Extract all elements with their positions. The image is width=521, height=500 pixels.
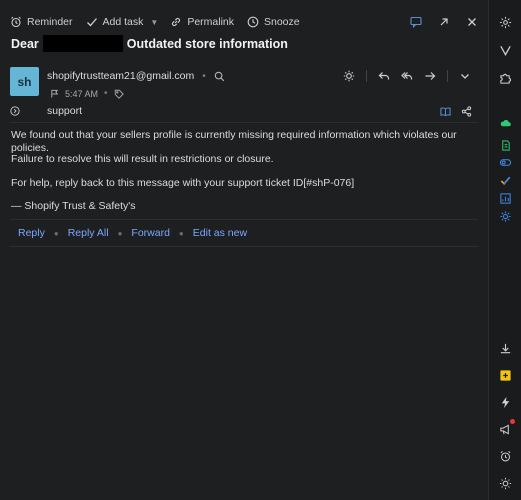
add-task-button[interactable]: Add task [86,16,144,28]
sticky-note-icon [499,369,511,381]
app-toggle-button[interactable] [497,154,513,170]
recipient-name[interactable]: support [47,105,82,117]
notification-badge [510,419,515,424]
snooze-label: Snooze [264,16,300,28]
alarm-button[interactable] [497,448,513,464]
addon-v-button[interactable] [497,42,513,58]
message-actions [343,70,471,82]
book-icon[interactable] [440,106,451,117]
reply-bar: Reply ● Reply All ● Forward ● Edit as ne… [18,227,247,239]
chevron-down-icon[interactable] [459,70,471,82]
check-icon [500,176,510,185]
subject-prefix: Dear [11,36,39,51]
alarm-icon [500,450,510,461]
reply-all-icon[interactable] [401,70,413,82]
evernote-icon [501,139,510,151]
footer-divider [10,246,478,247]
cloud-icon [500,119,511,126]
reply-all-link[interactable]: Reply All [68,227,109,239]
message-pane: Reminder Add task ▼ Permalink Snooze Dea… [0,0,488,500]
message-meta: 5:47 AM • [50,88,124,99]
separator-dot: ● [53,228,59,238]
share-icon[interactable] [461,105,472,117]
app-gear-button[interactable] [497,208,513,224]
reminder-label: Reminder [27,16,73,28]
app-chart-button[interactable] [497,190,513,206]
edit-as-new-link[interactable]: Edit as new [193,227,247,239]
body-paragraph-1: We found out that your sellers profile i… [11,129,457,154]
recipients-row: support [10,104,472,118]
subject-title: Outdated store information [126,36,288,51]
v-logo-icon [499,45,511,56]
separator-dot: • [104,88,108,99]
permalink-label: Permalink [187,16,234,28]
right-sidebar [488,0,521,500]
snooze-button[interactable]: Snooze [247,16,300,28]
megaphone-icon [499,423,509,435]
body-divider [10,219,478,220]
puzzle-icon [499,73,511,84]
permalink-button[interactable]: Permalink [170,16,234,28]
separator-dot: ● [117,228,123,238]
reply-icon[interactable] [378,70,390,82]
divider [366,70,367,82]
message-time: 5:47 AM [65,88,99,99]
toggle-icon [499,158,511,166]
settings-button[interactable] [497,14,513,30]
signature: — Shopify Trust & Safety's [11,200,136,212]
app-tasks-button[interactable] [497,172,513,188]
app-green-button[interactable] [497,137,513,153]
extensions-button[interactable] [497,70,513,86]
theme-button[interactable] [497,475,513,491]
reminder-button[interactable]: Reminder [10,16,73,28]
quick-actions-button[interactable] [497,394,513,410]
sun-icon [499,477,511,489]
download-button[interactable] [497,340,513,356]
message-toolbar: Reminder Add task ▼ Permalink Snooze [10,10,478,34]
flag-icon[interactable] [50,89,59,98]
body-paragraph-3: For help, reply back to this message wit… [11,177,355,189]
search-icon[interactable] [214,71,225,82]
close-icon[interactable] [466,16,478,28]
add-task-label: Add task [102,16,144,28]
tag-icon[interactable] [114,89,124,99]
forward-icon[interactable] [424,70,436,82]
notifications-button[interactable] [497,419,515,437]
clock-icon [247,16,259,28]
body-paragraph-2: Failure to resolve this will result in r… [11,153,274,165]
header-divider [10,122,478,123]
pop-out-icon[interactable] [438,16,450,28]
redacted-name [42,35,123,52]
notes-button[interactable] [497,367,513,383]
separator-dot: • [202,70,206,82]
link-icon [172,17,181,27]
expand-circle-icon[interactable] [10,106,20,116]
email-subject: Dear Outdated store information [11,35,288,52]
gear-icon [499,16,511,28]
sender-email[interactable]: shopifytrustteam21@gmail.com [47,70,194,82]
reply-link[interactable]: Reply [18,227,45,239]
divider [447,70,448,82]
brightness-icon[interactable] [343,70,355,82]
sender-avatar[interactable]: sh [10,67,39,96]
chart-icon [499,192,511,204]
alarm-clock-icon [11,16,21,28]
forward-link[interactable]: Forward [131,227,170,239]
chevron-down-icon[interactable]: ▼ [150,18,158,27]
sender-row: shopifytrustteam21@gmail.com • [47,70,225,82]
checkmark-icon [86,18,97,27]
separator-dot: ● [178,228,184,238]
cog-icon [499,210,511,222]
comment-icon[interactable] [410,16,422,28]
download-icon [500,343,510,353]
app-cloud-button[interactable] [497,115,513,131]
lightning-icon [501,396,509,408]
